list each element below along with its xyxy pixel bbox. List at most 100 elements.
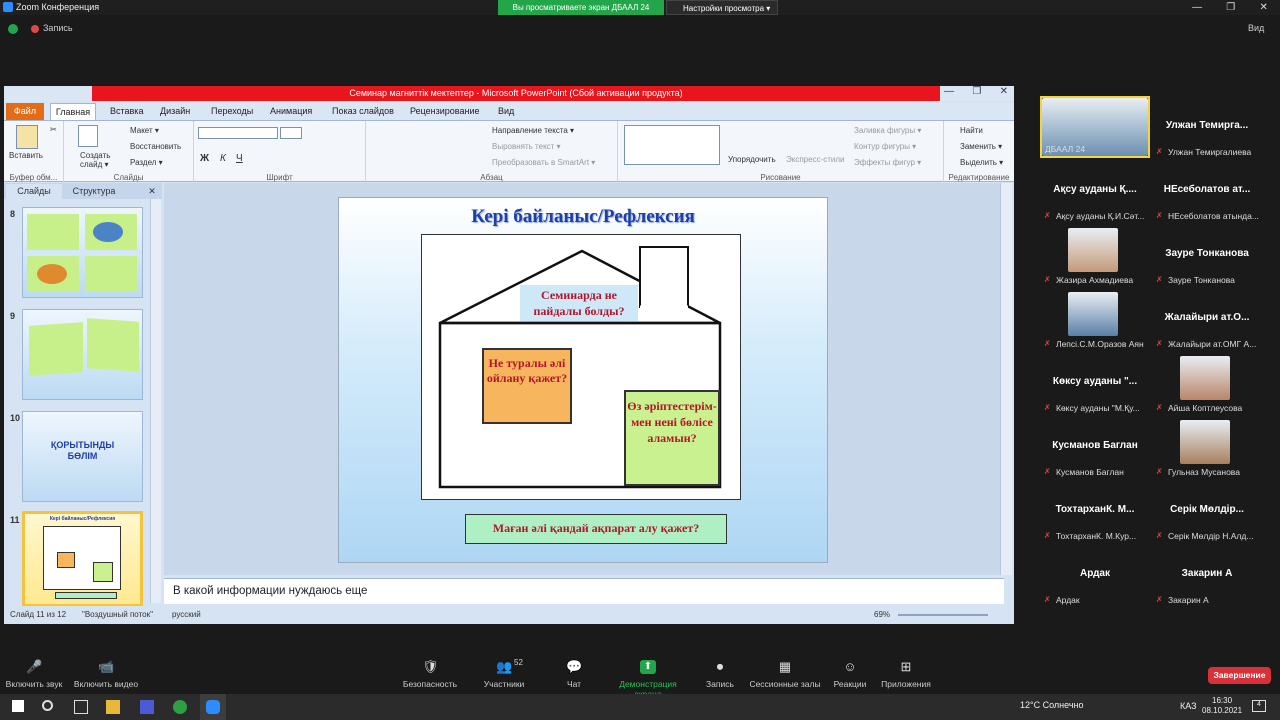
participant-tile[interactable]: Серік Мөлдір... ✗ Серік Мөлдір Н.Алд... [1152,480,1262,542]
replace-button[interactable]: Заменить ▾ [960,142,1002,151]
close-icon[interactable]: ✕ [1000,86,1008,101]
tab-home[interactable]: Главная [50,103,96,120]
chat-button[interactable]: 💬 Чат [534,654,614,694]
participant-tile[interactable]: Жалайыри ат.О... ✗ Жалайыри ат.ОМГ А... [1152,288,1262,350]
participant-tile[interactable]: ДБААЛ 24 [1040,96,1150,158]
tab-design[interactable]: Дизайн [160,103,190,120]
participant-tile[interactable]: Ардак ✗ Ардак [1040,544,1150,606]
text-direction-button[interactable]: Направление текста ▾ [492,126,574,135]
muted-mic-icon: ✗ [1044,275,1051,284]
restore-button[interactable]: Восстановить [130,142,181,151]
find-button[interactable]: Найти [960,126,983,135]
participant-label: Жалайыри ат.ОМГ А... [1168,339,1257,349]
section-button[interactable]: Раздел ▾ [130,158,163,167]
zoom-slider[interactable] [898,614,988,616]
ribbon: Вставить ✂ Буфер обм... Создать слайд ▾ … [4,120,1014,183]
end-meeting-button[interactable]: Завершение [1208,667,1271,684]
slide-thumbnail[interactable] [22,207,143,298]
shapes-gallery[interactable] [624,125,720,165]
tab-animation[interactable]: Анимация [270,103,312,120]
zoom-icon[interactable] [206,700,220,714]
participant-tile[interactable]: Зауре Тонканова ✗ Зауре Тонканова [1152,224,1262,286]
participant-name: Закарин А [1181,568,1233,579]
tab-review[interactable]: Рецензирование [410,103,480,120]
slide-editor: Кері байланыс/Рефлексия Семинарда не пай… [164,183,1000,575]
participant-tile[interactable]: Кусманов Баглан ✗ Кусманов Баглан [1040,416,1150,478]
participants-button[interactable]: 👥 52 Участники [464,654,544,694]
task-view-icon[interactable] [74,700,88,714]
slide-number: 11 [10,515,20,525]
apps-button[interactable]: ⊞ Приложения [866,654,946,694]
select-button[interactable]: Выделить ▾ [960,158,1003,167]
view-options-button[interactable]: Настройки просмотра ▾ [666,0,778,15]
align-text-button[interactable]: Выровнять текст ▾ [492,142,561,151]
new-slide-button[interactable]: Создать слайд ▾ [80,151,114,169]
slide-scrollbar[interactable] [1000,183,1012,575]
system-clock[interactable]: 16:30 08.10.2021 [1202,696,1242,716]
maximize-icon[interactable]: ❐ [1226,2,1235,13]
minimize-icon[interactable]: — [1192,2,1202,13]
minimize-icon[interactable]: — [944,86,954,101]
paste-button[interactable]: Вставить [9,151,43,160]
tab-insert[interactable]: Вставка [110,103,143,120]
quick-styles-button[interactable]: Экспресс-стили [786,155,845,164]
participant-tile[interactable]: ✗ Гульназ Мусанова [1152,416,1262,478]
participant-tile[interactable]: ✗ Жазира Ахмадиева [1040,224,1150,286]
font-name-input[interactable] [198,127,278,139]
notes-pane[interactable]: В какой информации нуждаюсь еще [164,578,1004,604]
slide-thumbnail[interactable]: ҚОРЫТЫНДЫ БӨЛІМ [22,411,143,502]
weather-widget[interactable]: 12°C Солнечно [1020,700,1084,710]
close-pane-icon[interactable]: ✕ [146,184,158,199]
tab-file[interactable]: Файл [6,103,44,120]
shape-effects-button[interactable]: Эффекты фигур ▾ [854,158,921,167]
font-size-input[interactable] [280,127,302,139]
participant-tile[interactable]: ТохтарханК. М... ✗ ТохтарханК. М.Кур... [1040,480,1150,542]
tab-view[interactable]: Вид [498,103,514,120]
layout-button[interactable]: Макет ▾ [130,126,159,135]
slides-pane-scrollbar[interactable] [150,199,161,603]
shape-fill-button[interactable]: Заливка фигуры ▾ [854,126,921,135]
close-icon[interactable]: ✕ [1259,2,1267,13]
view-button[interactable]: Вид [1248,23,1264,33]
restore-icon[interactable]: ❐ [972,86,981,101]
italic-icon[interactable]: К [220,153,226,164]
shape-outline-button[interactable]: Контур фигуры ▾ [854,142,916,151]
slide-thumbnail-selected[interactable]: Кері байланыс/Рефлексия [22,511,143,607]
new-slide-icon[interactable] [78,125,98,147]
search-icon[interactable] [42,700,53,711]
participant-tile[interactable]: Ақсу ауданы Қ.... ✗ Ақсу ауданы Қ.И.Сәт... [1040,160,1150,222]
notification-icon[interactable]: 4 [1252,700,1266,712]
windows-start-icon[interactable] [12,700,24,712]
mute-button[interactable]: 🎤 Включить звук [0,654,74,694]
participant-tile[interactable]: Көксу ауданы "... ✗ Көксу ауданы "М.Қу... [1040,352,1150,414]
participant-tile[interactable]: Улжан Темирга... ✗ Улжан Темиргалиева [1152,96,1262,158]
file-explorer-icon[interactable] [106,700,120,714]
security-button[interactable]: 🛡 Безопасность [390,654,470,694]
slide-thumbnail[interactable] [22,309,143,400]
video-button[interactable]: 📹 Включить видео [66,654,146,694]
paste-icon[interactable] [16,125,38,149]
participant-tile[interactable]: НЕсеболатов ат... ✗ НЕсеболатов атында... [1152,160,1262,222]
participant-tile[interactable]: ✗ Айша Коптлеусова [1152,352,1262,414]
muted-mic-icon: ✗ [1156,467,1163,476]
slide-canvas[interactable]: Кері байланыс/Рефлексия Семинарда не пай… [338,197,828,563]
teams-icon[interactable] [140,700,154,714]
muted-mic-icon: ✗ [1044,595,1051,604]
chrome-icon[interactable] [173,700,187,714]
participant-tile[interactable]: Закарин А ✗ Закарин А [1152,544,1262,606]
window-controls: — ❐ ✕ [1180,0,1280,15]
share-button[interactable]: ⬆Демонстрация экрана [606,654,690,699]
slide-thumb-text: ҚОРЫТЫНДЫ БӨЛІМ [50,440,115,461]
smartart-button[interactable]: Преобразовать в SmartArt ▾ [492,158,595,167]
tab-outline[interactable]: Структура [64,184,124,199]
arrange-button[interactable]: Упорядочить [728,155,776,164]
tab-slideshow[interactable]: Показ слайдов [332,103,394,120]
security-shield-icon [8,24,18,34]
tab-slides[interactable]: Слайды [6,184,62,199]
participant-tile[interactable]: ✗ Лепсі.С.М.Оразов Аян [1040,288,1150,350]
bold-icon[interactable]: Ж [200,153,209,164]
cut-icon[interactable]: ✂ [50,125,57,134]
tab-transitions[interactable]: Переходы [211,103,253,120]
underline-icon[interactable]: Ч [236,153,243,164]
language-indicator[interactable]: КАЗ [1180,701,1197,711]
